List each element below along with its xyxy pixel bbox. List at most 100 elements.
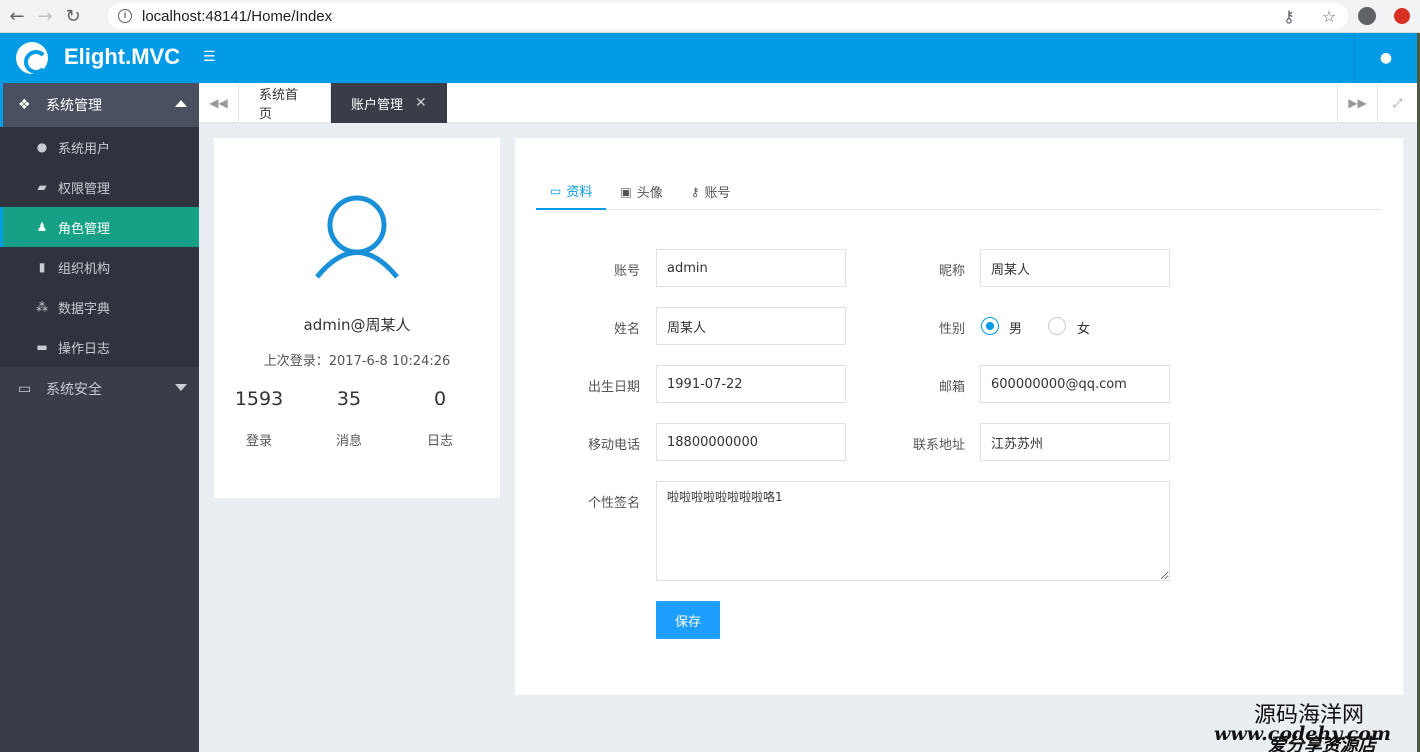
forward-icon[interactable]: → [34,5,56,27]
tab-label: 资料 [566,185,593,200]
close-icon[interactable]: ✕ [415,95,427,111]
sidebar-item-dictionary[interactable]: ⁂ 数据字典 [0,287,199,327]
address-bar[interactable]: i localhost:48141/Home/Index [108,3,1348,29]
menu-toggle-icon[interactable]: ☰ [203,49,219,65]
address-label: 联系地址 [912,438,965,453]
address-field[interactable] [980,423,1170,461]
stat-label: 消息 [335,434,362,449]
sidebar-item-label: 权限管理 [58,181,111,197]
profile-name: admin@周某人 [303,316,411,334]
tab-label: 账号 [704,186,731,201]
tab-profile-info[interactable]: ▭ 资料 [536,173,607,210]
page-tab-bar: ◀◀ 系统首页 账户管理 ✕ ▶▶ ⤢ [199,83,1417,123]
sidebar-group-system-security[interactable]: ▭ 系统安全 [0,367,199,411]
profile-avatar-icon[interactable] [1358,7,1376,25]
sidebar-item-label: 操作日志 [58,341,111,357]
birthday-label: 出生日期 [587,380,640,395]
building-icon: ▮ [38,260,46,274]
stat-logs: 0 日志 [395,388,485,449]
sidebar-group-system-management[interactable]: ❖ 系统管理 [0,83,199,127]
account-field[interactable] [656,249,846,287]
key-icon: ⚷ [690,184,700,199]
tab-avatar[interactable]: ▣ 头像 [606,173,676,210]
gender-female-label: 女 [1077,322,1091,337]
name-label: 姓名 [613,322,640,337]
form-tabs: ▭ 资料 ▣ 头像 ⚷ 账号 [536,173,1382,210]
sidebar-item-label: 数据字典 [58,301,111,317]
logo-icon [16,42,48,74]
stat-value: 1593 [234,388,284,410]
url-text: localhost:48141/Home/Index [142,7,333,25]
sidebar-item-label: 角色管理 [58,221,111,237]
tab-scroll-right-icon[interactable]: ▶▶ [1337,83,1377,123]
star-icon[interactable]: ☆ [1318,5,1340,27]
fullscreen-icon[interactable]: ⤢ [1377,83,1417,123]
sidebar-group-label: 系统管理 [46,98,102,114]
tab-label: 系统首页 [259,88,299,122]
tab-home[interactable]: 系统首页 [239,83,331,123]
last-login: 上次登录：2017-6-8 10:24:26 [214,350,500,369]
signature-field[interactable]: 啦啦啦啦啦啦啦啦咯1 [656,481,1170,581]
user-menu-button[interactable]: ● [1354,33,1417,83]
cubes-icon: ❖ [18,97,31,113]
stat-value: 0 [433,388,447,410]
app-title: Elight.MVC [64,44,181,69]
tab-label: 账户管理 [351,97,404,113]
stat-messages: 35 消息 [304,388,394,449]
sidebar-submenu: ● 系统用户 ▰ 权限管理 ♟ 角色管理 ▮ 组织机构 ⁂ 数据字典 ▬ 操作日… [0,127,199,367]
caret-down-icon [175,384,187,391]
birthday-field[interactable] [656,365,846,403]
info-icon[interactable]: i [118,9,132,23]
sidebar: ❖ 系统管理 ● 系统用户 ▰ 权限管理 ♟ 角色管理 ▮ 组织机构 ⁂ 数据字… [0,83,199,752]
mobile-field[interactable] [656,423,846,461]
nickname-field[interactable] [980,249,1170,287]
tab-scroll-left-icon[interactable]: ◀◀ [199,83,239,123]
mobile-label: 移动电话 [587,438,640,453]
sidebar-item-permissions[interactable]: ▰ 权限管理 [0,167,199,207]
email-field[interactable] [980,365,1170,403]
last-login-label: 上次登录： [263,354,329,369]
sitemap-icon: ⁂ [36,300,48,314]
gender-male-label: 男 [1009,322,1023,337]
account-label: 账号 [613,264,640,279]
caret-up-icon [175,100,187,107]
stat-logins: 1593 登录 [214,388,304,449]
tab-label: 头像 [636,186,663,201]
folder-open-icon: ▬ [36,340,48,354]
sidebar-group-label: 系统安全 [46,382,102,398]
gender-female-radio[interactable] [1048,317,1066,335]
save-button[interactable]: 保存 [656,601,720,639]
sidebar-item-operation-log[interactable]: ▬ 操作日志 [0,327,199,367]
stat-label: 日志 [426,434,453,449]
tab-account[interactable]: ⚷ 账号 [677,173,745,210]
user-avatar-icon [315,195,399,279]
name-field[interactable] [656,307,846,345]
email-label: 邮箱 [938,380,965,395]
app-header: Elight.MVC ☰ ● [0,33,1417,83]
gender-male-radio[interactable] [981,317,999,335]
nickname-label: 昵称 [938,264,965,279]
sidebar-item-organization[interactable]: ▮ 组织机构 [0,247,199,287]
sidebar-item-system-users[interactable]: ● 系统用户 [0,127,199,167]
sidebar-item-roles[interactable]: ♟ 角色管理 [0,207,199,247]
stat-value: 35 [336,388,362,410]
watermark-line3: 爱分享资源店 [1268,735,1376,752]
back-icon[interactable]: ← [6,5,28,27]
gender-label: 性别 [938,322,965,337]
id-card-icon: ▭ [550,183,562,198]
signature-label: 个性签名 [587,496,640,511]
last-login-value: 2017-6-8 10:24:26 [328,354,451,369]
desktop-icon: ▭ [18,381,32,397]
reload-icon[interactable]: ↻ [62,5,84,27]
browser-toolbar: ← → ↻ i localhost:48141/Home/Index ⚷ ☆ [0,0,1420,33]
tab-account-management[interactable]: 账户管理 ✕ [331,83,447,123]
profile-card: admin@周某人 上次登录：2017-6-8 10:24:26 1593 登录… [214,138,500,498]
users-icon: ♟ [36,220,48,234]
watermark: 源码海洋网 www.codehy.com 爱分享资源店 [1210,695,1420,752]
extension-icon[interactable] [1394,8,1410,24]
key-icon[interactable]: ⚷ [1278,5,1300,27]
sidebar-item-label: 系统用户 [58,141,111,157]
stat-label: 登录 [245,434,272,449]
user-circle-icon: ● [36,140,48,154]
user-icon: ● [1379,50,1393,66]
